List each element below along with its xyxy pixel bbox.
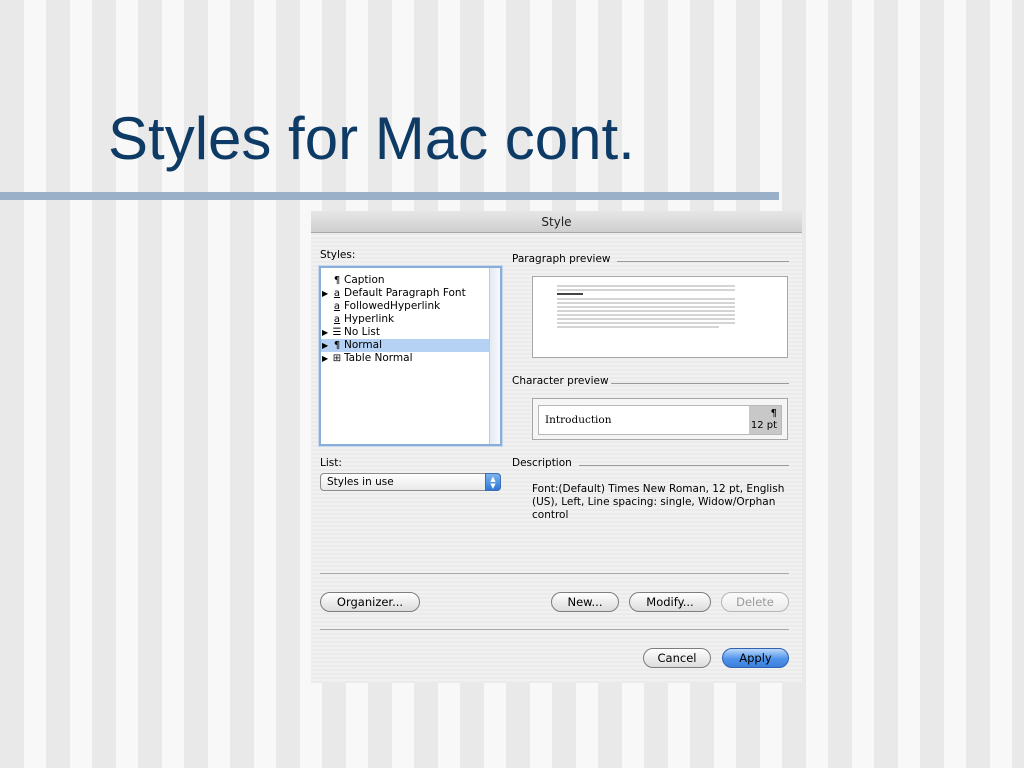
dialog-title: Style (541, 215, 572, 229)
section-divider (579, 465, 789, 466)
style-dialog: Style Styles: ¶ Caption ▶ a Default Para… (311, 211, 802, 683)
apply-button[interactable]: Apply (722, 648, 789, 668)
character-preview-box: Introduction ¶ 12 pt (538, 405, 782, 435)
description-text: Font:(Default) Times New Roman, 12 pt, E… (532, 483, 785, 521)
section-divider (611, 383, 789, 384)
list-popup-value: Styles in use (327, 476, 394, 488)
character-style-icon: a (333, 301, 341, 312)
delete-button[interactable]: Delete (721, 592, 789, 612)
new-button[interactable]: New... (551, 592, 619, 612)
style-name: Hyperlink (344, 313, 395, 325)
description-label: Description (512, 457, 572, 469)
style-name: Default Paragraph Font (344, 287, 466, 299)
preview-line (557, 285, 735, 287)
character-style-icon: a (333, 314, 341, 325)
title-underline (0, 192, 779, 200)
style-name: Caption (344, 274, 385, 286)
dialog-titlebar[interactable]: Style (311, 211, 802, 233)
list-style-icon: ☰ (332, 327, 342, 338)
character-style-icon: a (333, 288, 341, 299)
font-size-value: 12 pt (750, 420, 777, 431)
preview-line (557, 298, 735, 300)
slide-title: Styles for Mac cont. (108, 105, 635, 172)
preview-line (557, 318, 735, 320)
list-item[interactable]: ▶ ⊞ Table Normal (321, 352, 489, 365)
modify-button[interactable]: Modify... (629, 592, 711, 612)
list-item[interactable]: ¶ Caption (321, 274, 489, 287)
list-label: List: (320, 457, 342, 469)
list-item[interactable]: ▶ a Default Paragraph Font (321, 287, 489, 300)
character-preview-label: Character preview (512, 375, 609, 387)
paragraph-preview (532, 276, 788, 358)
pilcrow-icon: ¶ (770, 408, 777, 419)
list-item-selected[interactable]: ▶ ¶ Normal (321, 339, 489, 352)
character-preview: Introduction ¶ 12 pt (532, 398, 788, 440)
organizer-button[interactable]: Organizer... (320, 592, 420, 612)
disclosure-triangle-icon[interactable]: ▶ (322, 352, 330, 365)
table-style-icon: ⊞ (332, 353, 342, 364)
preview-line (557, 314, 735, 316)
preview-line (557, 322, 735, 324)
character-preview-info: ¶ 12 pt (749, 406, 781, 434)
preview-line (557, 302, 735, 304)
list-popup[interactable]: Styles in use ▲ ▼ (320, 473, 501, 491)
style-name: Normal (344, 339, 382, 351)
styles-label: Styles: (320, 249, 356, 261)
cancel-button[interactable]: Cancel (643, 648, 711, 668)
list-item[interactable]: a Hyperlink (321, 313, 489, 326)
preview-line (557, 310, 735, 312)
list-item[interactable]: a FollowedHyperlink (321, 300, 489, 313)
disclosure-triangle-icon[interactable]: ▶ (322, 326, 330, 339)
style-name: No List (344, 326, 380, 338)
dialog-separator (320, 629, 789, 630)
dialog-separator (320, 573, 789, 574)
styles-list-scrollbar[interactable] (489, 268, 500, 444)
styles-list[interactable]: ¶ Caption ▶ a Default Paragraph Font a F… (319, 266, 502, 446)
style-name: Table Normal (344, 352, 413, 364)
section-divider (617, 261, 789, 262)
disclosure-triangle-icon[interactable]: ▶ (322, 339, 330, 352)
paragraph-preview-label: Paragraph preview (512, 253, 611, 265)
character-preview-text: Introduction (545, 414, 612, 426)
preview-line (557, 289, 735, 291)
popup-arrows-icon[interactable]: ▲ ▼ (485, 473, 501, 491)
paragraph-style-icon: ¶ (333, 340, 341, 351)
style-name: FollowedHyperlink (344, 300, 441, 312)
paragraph-style-icon: ¶ (333, 275, 341, 286)
preview-line (557, 293, 583, 295)
list-item[interactable]: ▶ ☰ No List (321, 326, 489, 339)
preview-line (557, 306, 735, 308)
preview-line (557, 326, 719, 328)
disclosure-triangle-icon[interactable]: ▶ (322, 287, 330, 300)
